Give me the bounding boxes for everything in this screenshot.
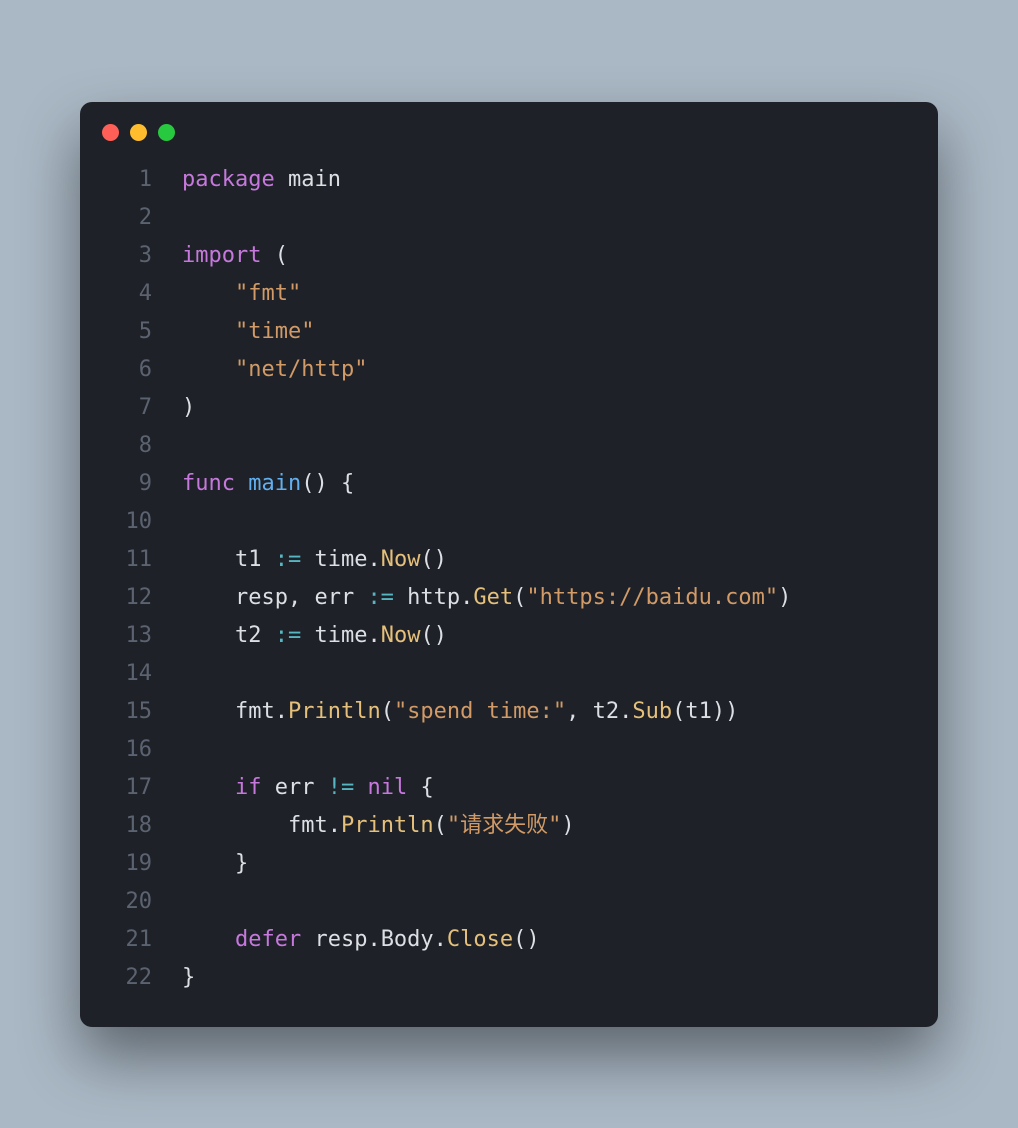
code-content: "fmt"	[182, 275, 301, 313]
code-content: t2 := time.Now()	[182, 617, 447, 655]
line-number: 8	[108, 427, 152, 465]
code-line: 15 fmt.Println("spend time:", t2.Sub(t1)…	[108, 693, 910, 731]
code-line: 13 t2 := time.Now()	[108, 617, 910, 655]
code-line: 2	[108, 199, 910, 237]
code-content: resp, err := http.Get("https://baidu.com…	[182, 579, 791, 617]
line-number: 7	[108, 389, 152, 427]
code-content: "net/http"	[182, 351, 367, 389]
close-icon[interactable]	[102, 124, 119, 141]
line-number: 9	[108, 465, 152, 503]
line-number: 12	[108, 579, 152, 617]
line-number: 22	[108, 959, 152, 997]
code-line: 7)	[108, 389, 910, 427]
code-line: 5 "time"	[108, 313, 910, 351]
line-number: 1	[108, 161, 152, 199]
code-line: 6 "net/http"	[108, 351, 910, 389]
code-line: 18 fmt.Println("请求失败")	[108, 807, 910, 845]
line-number: 21	[108, 921, 152, 959]
line-number: 4	[108, 275, 152, 313]
line-number: 16	[108, 731, 152, 769]
code-content: }	[182, 845, 248, 883]
code-line: 17 if err != nil {	[108, 769, 910, 807]
code-line: 14	[108, 655, 910, 693]
code-line: 19 }	[108, 845, 910, 883]
line-number: 19	[108, 845, 152, 883]
code-content: package main	[182, 161, 341, 199]
code-line: 3 import (	[108, 237, 910, 275]
minimize-icon[interactable]	[130, 124, 147, 141]
code-content: defer resp.Body.Close()	[182, 921, 540, 959]
code-content: fmt.Println("spend time:", t2.Sub(t1))	[182, 693, 738, 731]
line-number: 14	[108, 655, 152, 693]
code-content: )	[182, 389, 195, 427]
line-number: 5	[108, 313, 152, 351]
line-number: 18	[108, 807, 152, 845]
code-line: 10	[108, 503, 910, 541]
line-number: 11	[108, 541, 152, 579]
code-line: 20	[108, 883, 910, 921]
line-number: 2	[108, 199, 152, 237]
code-content: import (	[182, 237, 288, 275]
line-number: 15	[108, 693, 152, 731]
line-number: 20	[108, 883, 152, 921]
maximize-icon[interactable]	[158, 124, 175, 141]
line-number: 10	[108, 503, 152, 541]
code-content: "time"	[182, 313, 314, 351]
code-window: 1package main23import (4 "fmt"5 "time"6 …	[80, 102, 938, 1027]
code-line: 11 t1 := time.Now()	[108, 541, 910, 579]
code-content: t1 := time.Now()	[182, 541, 447, 579]
code-line: 9 func main() {	[108, 465, 910, 503]
code-content: fmt.Println("请求失败")	[182, 807, 575, 845]
line-number: 3	[108, 237, 152, 275]
code-line: 8	[108, 427, 910, 465]
line-number: 6	[108, 351, 152, 389]
code-content: if err != nil {	[182, 769, 434, 807]
code-line: 21 defer resp.Body.Close()	[108, 921, 910, 959]
code-content: }	[182, 959, 195, 997]
code-line: 22}	[108, 959, 910, 997]
line-number: 17	[108, 769, 152, 807]
code-line: 12 resp, err := http.Get("https://baidu.…	[108, 579, 910, 617]
code-area: 1package main23import (4 "fmt"5 "time"6 …	[80, 153, 938, 997]
code-content: func main() {	[182, 465, 354, 503]
code-line: 4 "fmt"	[108, 275, 910, 313]
line-number: 13	[108, 617, 152, 655]
code-line: 16	[108, 731, 910, 769]
code-line: 1 package main	[108, 161, 910, 199]
titlebar	[80, 102, 938, 153]
